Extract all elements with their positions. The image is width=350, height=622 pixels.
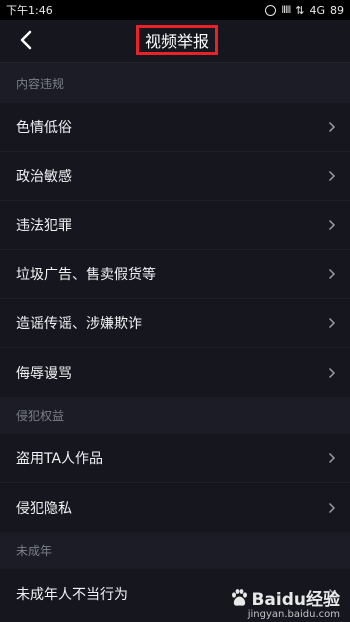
status-bar: 下午1:46 lllll ⇅ 4G 89	[0, 0, 350, 20]
menu-item-label: 违法犯罪	[16, 218, 72, 234]
header: 视频举报	[0, 20, 350, 63]
chevron-right-icon	[328, 219, 336, 231]
section-content-violation: 色情低俗 政治敏感 违法犯罪 垃圾广告、售卖假货等 造谣传谣、涉嫌欺诈 侮辱谩骂	[0, 103, 350, 397]
chevron-right-icon	[328, 367, 336, 378]
baidu-paw-icon	[232, 588, 248, 606]
menu-item-label: 政治敏感	[16, 169, 72, 185]
menu-item-rumor-fraud[interactable]: 造谣传谣、涉嫌欺诈	[0, 299, 350, 348]
menu-item-label: 侮辱谩骂	[16, 365, 72, 382]
menu-item-privacy[interactable]: 侵犯隐私	[0, 483, 350, 532]
status-time: 下午1:46	[6, 4, 53, 17]
menu-item-label: 造谣传谣、涉嫌欺诈	[16, 316, 142, 332]
back-button[interactable]	[12, 26, 40, 54]
watermark-url: jingyan.baidu.com	[247, 609, 340, 620]
chevron-right-icon	[328, 452, 336, 464]
menu-item-insult[interactable]: 侮辱谩骂	[0, 348, 350, 397]
menu-item-spam-ads[interactable]: 垃圾广告、售卖假货等	[0, 250, 350, 299]
section-header-minors: 未成年	[0, 532, 350, 569]
signal-bars: lllll	[281, 4, 291, 16]
menu-item-label: 未成年人不当行为	[16, 586, 128, 603]
menu-item-illegal[interactable]: 违法犯罪	[0, 201, 350, 250]
page-title: 视频举报	[136, 25, 218, 55]
section-rights: 盗用TA人作品 侵犯隐私	[0, 434, 350, 532]
chevron-right-icon	[328, 502, 336, 513]
menu-item-political[interactable]: 政治敏感	[0, 152, 350, 201]
status-indicators: lllll ⇅ 4G 89	[265, 4, 344, 17]
baidu-watermark: Baidu经验 jingyan.baidu.com	[229, 585, 340, 620]
battery-level: 89	[330, 3, 344, 17]
watermark-logo: Baidu经验	[229, 585, 340, 610]
chevron-right-icon	[328, 268, 336, 280]
menu-item-label: 盗用TA人作品	[16, 451, 104, 467]
menu-item-vulgar[interactable]: 色情低俗	[0, 103, 350, 152]
chevron-right-icon	[328, 170, 336, 182]
chevron-right-icon	[328, 317, 336, 329]
report-menu: 内容违规 色情低俗 政治敏感 违法犯罪 垃圾广告、售卖假货等 造谣传谣、涉嫌欺诈…	[0, 63, 350, 618]
menu-item-stolen-work[interactable]: 盗用TA人作品	[0, 434, 350, 483]
watermark-brand: Baidu经验	[251, 590, 340, 610]
section-header-content-violation: 内容违规	[0, 63, 350, 103]
menu-item-label: 垃圾广告、售卖假货等	[16, 267, 156, 283]
menu-item-label: 侵犯隐私	[16, 500, 72, 517]
chevron-left-icon	[20, 30, 32, 50]
alarm-icon	[265, 4, 277, 16]
chevron-right-icon	[328, 121, 336, 133]
section-header-rights: 侵犯权益	[0, 397, 350, 434]
signal-arrows-icon: ⇅	[295, 3, 305, 17]
network-type: 4G	[309, 3, 325, 17]
menu-item-label: 色情低俗	[16, 120, 72, 136]
